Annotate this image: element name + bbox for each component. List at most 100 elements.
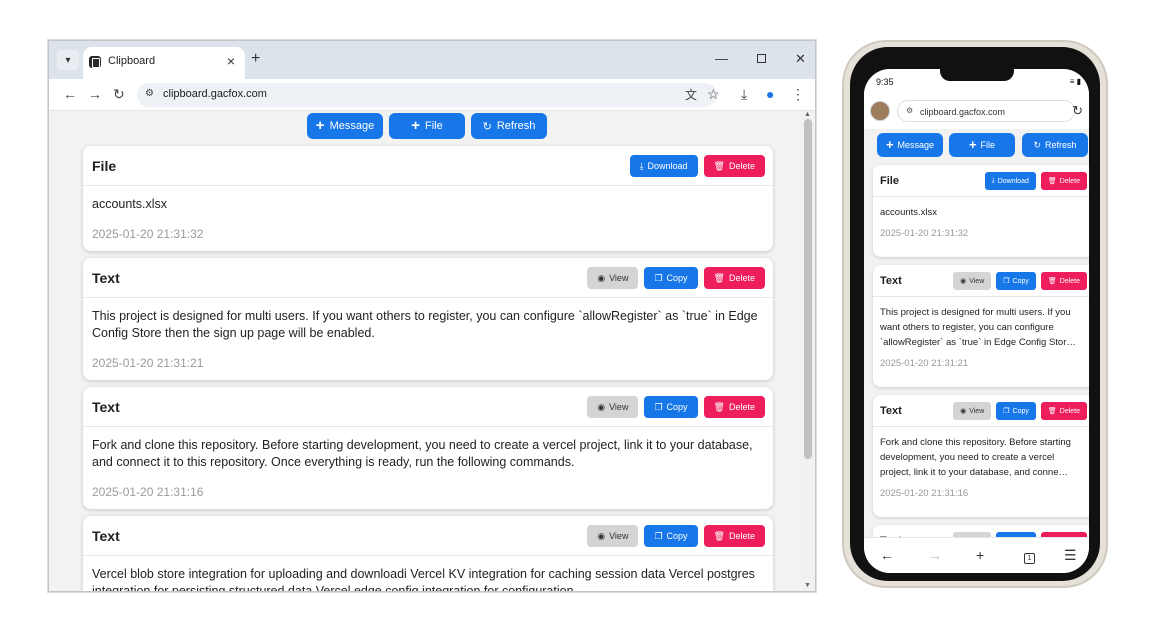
close-tab-icon[interactable]: ×: [227, 53, 235, 69]
view-label: View: [609, 402, 629, 412]
clip-card-text: Text ◉ View ❐ Copy 🗑 Delete This project…: [83, 258, 773, 380]
delete-button[interactable]: 🗑 Delete: [703, 267, 765, 289]
card-content: Fork and clone this repository. Before s…: [880, 437, 1071, 478]
copy-icon: ❐: [1003, 408, 1010, 415]
copy-label: Copy: [666, 273, 688, 283]
download-icon: ⤓: [991, 177, 995, 184]
maximize-icon[interactable]: [757, 51, 766, 67]
more-menu-icon[interactable]: ⋮: [791, 86, 805, 102]
eye-icon: ◉: [960, 408, 967, 415]
delete-button[interactable]: 🗑 Delete: [1040, 402, 1087, 420]
trash-icon: 🗑: [1047, 178, 1057, 185]
trash-icon: 🗑: [713, 160, 725, 171]
download-icon[interactable]: ⤓: [741, 86, 747, 102]
scroll-thumb[interactable]: [804, 119, 812, 459]
copy-button[interactable]: ❐ Copy: [644, 525, 698, 547]
avatar[interactable]: [870, 101, 890, 121]
card-header: Text ◉ View ❐ Copy 🗑: [873, 395, 1089, 427]
view-label: View: [969, 407, 985, 415]
forward-icon[interactable]: →: [928, 547, 942, 563]
copy-button[interactable]: ❐ Copy: [644, 267, 698, 289]
site-info-icon[interactable]: ⚙: [145, 88, 157, 100]
delete-button[interactable]: 🗑 Delete: [1040, 172, 1087, 190]
download-label: Download: [997, 177, 1029, 185]
close-window-icon[interactable]: ✕: [795, 51, 806, 67]
refresh-button[interactable]: ↻ Refresh: [471, 113, 547, 139]
menu-icon[interactable]: ☰: [1064, 547, 1077, 563]
view-button[interactable]: ◉ View: [587, 267, 639, 289]
copy-button[interactable]: ❐ Copy: [644, 396, 698, 418]
add-message-button[interactable]: + Message: [307, 113, 383, 139]
view-button[interactable]: ◉ View: [953, 272, 992, 290]
phone-bottom-nav: ← → + 1 ☰: [864, 537, 1089, 573]
card-type-label: Text: [92, 528, 120, 544]
delete-label: Delete: [728, 273, 755, 283]
card-content: This project is designed for multi users…: [92, 309, 758, 340]
page-scrollbar[interactable]: ▲ ▼: [802, 111, 814, 591]
add-message-button[interactable]: + Message: [877, 133, 943, 157]
download-icon: ⤓: [639, 160, 644, 171]
tab-search-dropdown[interactable]: ▾: [57, 50, 79, 70]
phone-bezel: 9:35 ≡ ▮ ⚙ clipboard.gacfox.com ↻ + Mess…: [850, 47, 1100, 581]
minimize-icon[interactable]: —: [715, 51, 728, 67]
reload-icon[interactable]: ↻: [113, 86, 125, 102]
refresh-button[interactable]: ↻ Refresh: [1022, 133, 1088, 157]
new-tab-icon[interactable]: +: [976, 547, 984, 563]
view-button[interactable]: ◉ View: [587, 396, 639, 418]
back-icon[interactable]: ←: [63, 86, 77, 102]
card-header: Text ◉ View ❐ Copy 🗑: [873, 525, 1089, 537]
download-button[interactable]: ⤓ Download: [629, 155, 698, 177]
clip-card-text: Text ◉ View ❐ Copy 🗑 Delete Fork and clo…: [83, 387, 773, 509]
delete-label: Delete: [1059, 407, 1080, 415]
card-content: accounts.xlsx: [880, 207, 938, 218]
card-timestamp: 2025-01-20 21:31:32: [92, 227, 204, 241]
page-viewport: + Message + File ↻ Refresh File ⤓ Downlo…: [49, 111, 801, 591]
card-type-label: File: [92, 158, 117, 174]
tab-count: 1: [1024, 553, 1035, 564]
address-bar[interactable]: ⚙ clipboard.gacfox.com 文 ☆: [137, 83, 720, 107]
copy-button[interactable]: ❐ Copy: [996, 402, 1036, 420]
delete-button[interactable]: 🗑 Delete: [703, 155, 765, 177]
eye-icon: ◉: [597, 401, 606, 412]
reload-icon[interactable]: ↻: [1072, 104, 1083, 118]
add-file-button[interactable]: + File: [949, 133, 1015, 157]
delete-button[interactable]: 🗑 Delete: [703, 525, 765, 547]
plus-icon: +: [885, 137, 894, 152]
profile-icon[interactable]: ●: [766, 86, 774, 102]
view-button[interactable]: ◉ View: [953, 402, 992, 420]
copy-icon: ❐: [1003, 278, 1010, 285]
add-file-button[interactable]: + File: [389, 113, 465, 139]
phone-url-field[interactable]: ⚙ clipboard.gacfox.com: [897, 100, 1075, 122]
translate-icon[interactable]: 文: [685, 87, 697, 103]
copy-icon: ❐: [654, 401, 663, 412]
refresh-label: Refresh: [496, 120, 536, 132]
scroll-up-icon[interactable]: ▲: [804, 111, 811, 118]
view-button[interactable]: ◉ View: [587, 525, 639, 547]
forward-icon[interactable]: →: [88, 86, 102, 102]
add-message-label: Message: [329, 120, 375, 132]
phone-url-text: clipboard.gacfox.com: [920, 107, 1006, 117]
new-tab-icon[interactable]: +: [251, 51, 260, 67]
download-button[interactable]: ⤓ Download: [984, 172, 1036, 190]
card-content: accounts.xlsx: [92, 197, 168, 211]
delete-button[interactable]: 🗑 Delete: [1040, 272, 1087, 290]
delete-label: Delete: [728, 161, 755, 171]
tab-switcher-icon[interactable]: 1: [1024, 547, 1035, 564]
phone-page-viewport: + Message + File ↻ Refresh File ⤓ Downlo…: [864, 129, 1089, 537]
bookmark-star-icon[interactable]: ☆: [707, 86, 720, 102]
plus-icon: +: [411, 117, 421, 134]
copy-button[interactable]: ❐ Copy: [996, 272, 1036, 290]
eye-icon: ◉: [960, 278, 967, 285]
scroll-down-icon[interactable]: ▼: [804, 582, 811, 589]
card-header: File ⤓ Download 🗑 Delete: [873, 165, 1089, 197]
camera-notch: [940, 69, 1014, 81]
card-type-label: File: [880, 175, 899, 187]
refresh-label: Refresh: [1045, 140, 1077, 150]
card-header: Text ◉ View ❐ Copy 🗑 Delete: [83, 387, 773, 427]
back-icon[interactable]: ←: [880, 547, 894, 563]
view-label: View: [969, 277, 985, 285]
address-url: clipboard.gacfox.com: [163, 88, 267, 100]
trash-icon: 🗑: [713, 272, 725, 283]
delete-button[interactable]: 🗑 Delete: [703, 396, 765, 418]
tab-clipboard[interactable]: Clipboard ×: [83, 47, 245, 79]
